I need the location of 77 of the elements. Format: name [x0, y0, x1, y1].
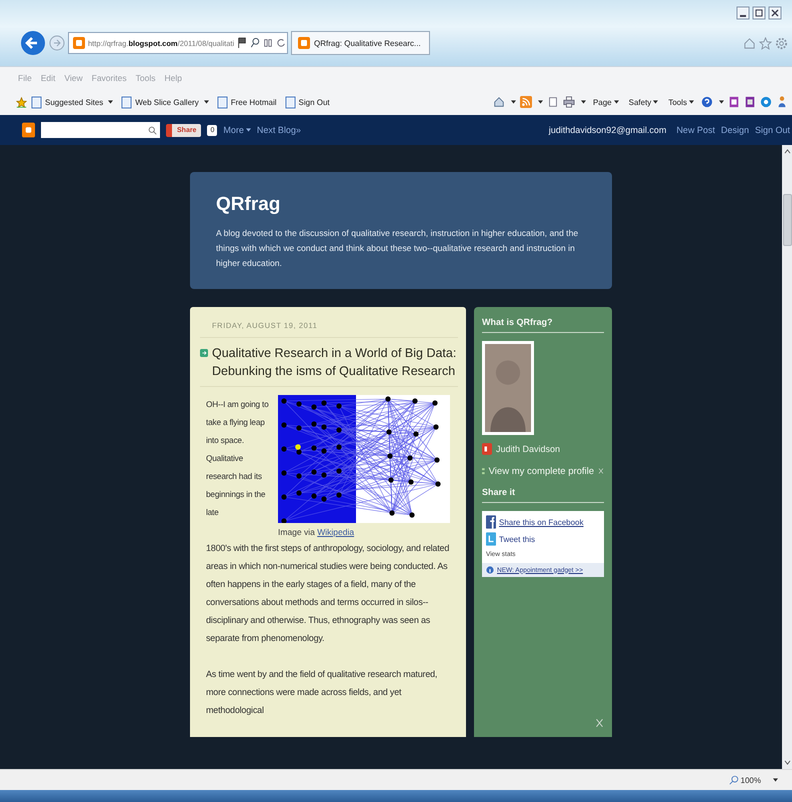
caret-icon[interactable] [204, 100, 209, 104]
favorites-star-icon[interactable] [16, 96, 27, 108]
scroll-up-icon[interactable] [784, 149, 790, 154]
refresh-icon[interactable] [276, 37, 286, 49]
profile-name[interactable]: Judith Davidson [496, 444, 560, 454]
close-icon[interactable] [768, 6, 782, 20]
command-menu[interactable]: Tools [668, 98, 687, 106]
wikipedia-link[interactable]: Wikipedia [317, 527, 354, 537]
scroll-thumb[interactable] [782, 194, 792, 246]
command-menu[interactable]: Safety [628, 98, 652, 106]
compatibility-icon[interactable] [263, 37, 274, 49]
page-icon[interactable] [216, 96, 228, 108]
expand-icon[interactable] [200, 349, 208, 357]
home-icon[interactable] [492, 96, 505, 108]
caret-icon[interactable] [719, 100, 724, 104]
caret-icon[interactable] [108, 100, 114, 104]
post-paragraph: As time went by and the field of qualitative research matured, more connections were made across fields, and yet methodological [206, 668, 438, 717]
widget-heading: What is QRfrag? [482, 317, 604, 333]
page-icon[interactable] [284, 96, 296, 108]
blog-logo-icon[interactable] [22, 122, 35, 138]
tweet-link[interactable]: Tweet this [499, 534, 536, 544]
star-icon[interactable] [759, 36, 772, 50]
page-icon[interactable] [31, 96, 42, 108]
blog-description: A blog devoted to the discussion of qualitative research, instruction in higher education, and the things with which we conduct and think about these two--qualitative research and instruction in higher education. [216, 227, 580, 270]
browser-tab[interactable]: QRfrag: Qualitative Researc... [291, 31, 430, 55]
info-icon[interactable] [486, 566, 494, 574]
blog-icon [298, 37, 310, 49]
caret-icon[interactable] [653, 100, 658, 104]
zoom-level[interactable]: 100% [740, 776, 761, 784]
image-caption: Image via Wikipedia [278, 527, 356, 537]
printer-icon[interactable] [562, 96, 575, 108]
navbar-link[interactable]: More [223, 125, 244, 135]
search-field[interactable] [41, 122, 160, 138]
person-icon[interactable] [776, 96, 788, 108]
chat-icon[interactable] [760, 96, 772, 108]
tab-title: QRfrag: Qualitative Researc... [314, 38, 421, 48]
caret-icon[interactable] [580, 100, 586, 104]
post-paragraph: 1800's with the first steps of anthropology, sociology, and related areas in which non-numerical studies were being conducted. As often happens in the early stages of a field, many of the conversations about methods and terms occurred in silos--disciplinary and otherwise. Thus, ethnography was seen as separate from phenomenology. [206, 542, 450, 645]
zoom-icon[interactable] [728, 775, 739, 785]
profile-link[interactable]: View my complete profile [488, 466, 594, 476]
post-title[interactable]: Qualitative Research in a World of Big Data: Debunking the isms of Qualitative Research [212, 344, 458, 380]
favorites-link[interactable]: Web Slice Gallery [135, 98, 199, 106]
widget-heading: Share it [482, 487, 604, 503]
note-icon[interactable] [744, 96, 756, 108]
caret-icon[interactable] [538, 100, 543, 104]
scroll-down-icon[interactable] [784, 760, 790, 765]
facebook-icon[interactable] [486, 515, 496, 529]
caret-icon[interactable] [510, 100, 516, 104]
navbar-link[interactable]: Next Blog» [256, 125, 301, 135]
blog-title[interactable]: QRfrag [216, 194, 598, 216]
favorites-link[interactable]: Suggested Sites [45, 98, 104, 106]
page-icon[interactable] [546, 96, 559, 108]
blog-icon [73, 37, 85, 49]
bullet-icon [482, 466, 485, 476]
command-menu[interactable]: Page [592, 98, 612, 106]
page-icon[interactable] [121, 96, 132, 108]
help-icon[interactable] [701, 96, 713, 108]
account-email: judithdavidson92@gmail.com [548, 125, 666, 135]
favorites-link[interactable]: Free Hotmail [230, 98, 276, 106]
flag-icon [237, 37, 248, 49]
minimize-icon[interactable] [736, 6, 750, 20]
navbar-link[interactable]: New Post [676, 125, 715, 135]
navbar-link[interactable]: Design [720, 125, 749, 135]
search-icon[interactable] [250, 37, 260, 49]
search-icon[interactable] [148, 126, 157, 134]
caret-icon[interactable] [614, 100, 619, 104]
caret-icon[interactable] [773, 778, 778, 782]
navbar-link[interactable]: Sign Out [754, 125, 790, 135]
caret-icon[interactable] [689, 100, 694, 104]
note-icon[interactable] [728, 96, 740, 108]
caret-icon[interactable] [246, 128, 251, 132]
back-icon[interactable] [20, 30, 46, 56]
maximize-icon[interactable] [752, 6, 766, 20]
facebook-share-link[interactable]: Share this on Facebook [499, 518, 584, 526]
favorites-link[interactable]: Sign Out [298, 98, 330, 106]
google-plus-icon[interactable] [482, 443, 492, 455]
post-paragraph: OH--I am going to take a flying leap into space. Qualitative research had its beginnings in the late [206, 398, 270, 519]
